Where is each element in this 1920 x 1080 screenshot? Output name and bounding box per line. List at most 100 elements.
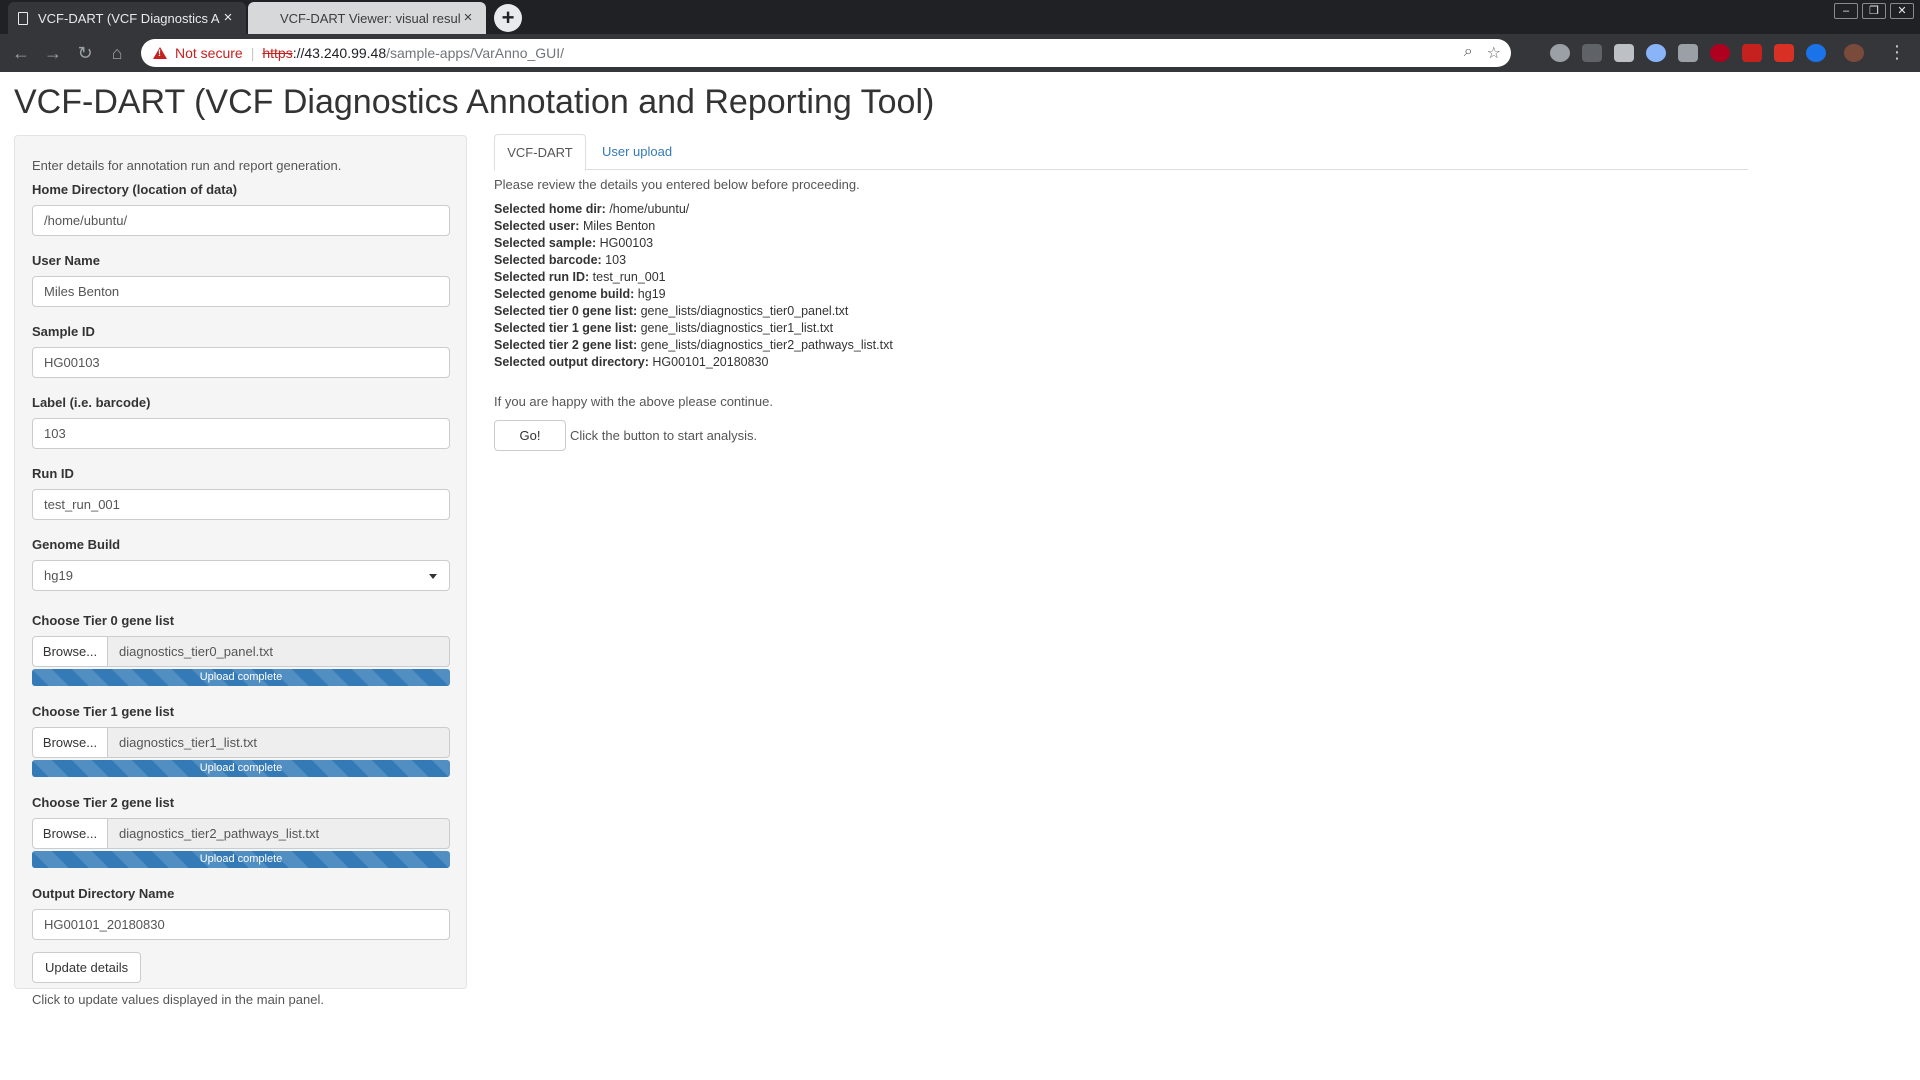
- forward-arrow-icon[interactable]: →: [40, 40, 66, 66]
- genome-build-select[interactable]: hg19: [32, 560, 450, 591]
- browser-menu-icon[interactable]: ⋮: [1888, 43, 1906, 61]
- user-name-input[interactable]: Miles Benton: [32, 276, 450, 307]
- address-bar-actions: ⌕ ☆: [1464, 43, 1501, 63]
- tier1-upload-field: Choose Tier 1 gene list Browse... diagno…: [32, 702, 450, 777]
- extension-icon[interactable]: [1582, 44, 1602, 62]
- detail-key: Selected tier 2 gene list:: [494, 338, 638, 352]
- extension-icon[interactable]: [1550, 44, 1570, 62]
- run-id-input[interactable]: test_run_001: [32, 489, 450, 520]
- warning-icon: [153, 47, 167, 59]
- restore-button[interactable]: ❐: [1862, 3, 1886, 19]
- extension-icon[interactable]: [1614, 44, 1634, 62]
- tier1-browse-button[interactable]: Browse...: [32, 727, 108, 758]
- extension-icon[interactable]: [1774, 44, 1794, 62]
- close-window-button[interactable]: ✕: [1890, 3, 1914, 19]
- detail-value: gene_lists/diagnostics_tier1_list.txt: [640, 321, 834, 335]
- barcode-label: Label (i.e. barcode): [32, 395, 151, 410]
- zoom-icon[interactable]: ⌕: [1464, 43, 1473, 63]
- back-arrow-icon[interactable]: ←: [8, 40, 34, 66]
- extension-icon[interactable]: [1678, 44, 1698, 62]
- tier0-upload-field: Choose Tier 0 gene list Browse... diagno…: [32, 611, 450, 686]
- go-row: Go! Click the button to start analysis.: [494, 420, 1748, 451]
- detail-value: test_run_001: [592, 270, 666, 284]
- genome-build-value: hg19: [44, 568, 73, 583]
- tier1-progress-bar: Upload complete: [32, 760, 450, 777]
- detail-row: Selected user: Miles Benton: [494, 218, 1748, 235]
- extension-icon[interactable]: [1806, 44, 1826, 62]
- detail-row: Selected tier 1 gene list: gene_lists/di…: [494, 320, 1748, 337]
- tier0-label: Choose Tier 0 gene list: [32, 613, 175, 628]
- tier0-browse-button[interactable]: Browse...: [32, 636, 108, 667]
- browser-tab-bar: VCF-DART (VCF Diagnostics Ann × VCF-DART…: [0, 0, 1920, 34]
- sample-id-label: Sample ID: [32, 324, 95, 339]
- genome-build-label: Genome Build: [32, 537, 121, 552]
- tier2-upload-field: Choose Tier 2 gene list Browse... diagno…: [32, 793, 450, 868]
- reload-icon[interactable]: ↻: [72, 40, 98, 66]
- detail-key: Selected run ID:: [494, 270, 590, 284]
- output-dir-input[interactable]: HG00101_20180830: [32, 909, 450, 940]
- detail-row: Selected genome build: hg19: [494, 286, 1748, 303]
- address-bar[interactable]: Not secure | https ://43.240.99.48 /samp…: [141, 39, 1511, 67]
- continue-text: If you are happy with the above please c…: [494, 394, 773, 409]
- url-scheme: https: [262, 45, 293, 61]
- detail-key: Selected output directory:: [494, 355, 649, 369]
- tier2-label: Choose Tier 2 gene list: [32, 795, 175, 810]
- bookmark-star-icon[interactable]: ☆: [1487, 43, 1501, 63]
- extension-icons: [1550, 44, 1864, 62]
- tier1-label: Choose Tier 1 gene list: [32, 704, 175, 719]
- sample-id-input[interactable]: HG00103: [32, 347, 450, 378]
- extension-icon[interactable]: [1742, 44, 1762, 62]
- tier2-browse-button[interactable]: Browse...: [32, 818, 108, 849]
- main-tabs: VCF-DART User upload: [494, 134, 1748, 171]
- detail-value: gene_lists/diagnostics_tier0_panel.txt: [640, 304, 849, 318]
- document-icon: [18, 11, 28, 25]
- genome-build-field: Genome Build hg19: [32, 535, 450, 591]
- new-tab-button[interactable]: +: [494, 4, 522, 32]
- tier2-progress-bar: Upload complete: [32, 851, 450, 868]
- page-title: VCF-DART (VCF Diagnostics Annotation and…: [14, 83, 935, 121]
- close-tab-icon[interactable]: ×: [220, 10, 236, 26]
- home-dir-input[interactable]: /home/ubuntu/: [32, 205, 450, 236]
- window-controls: – ❐ ✕: [1834, 3, 1914, 19]
- tab-vcf-dart[interactable]: VCF-DART: [494, 134, 586, 171]
- profile-avatar[interactable]: [1844, 44, 1864, 62]
- tab-user-upload[interactable]: User upload: [588, 134, 686, 170]
- address-separator: |: [250, 45, 255, 61]
- detail-value: /home/ubuntu/: [609, 202, 690, 216]
- url-path: /sample-apps/VarAnno_GUI/: [386, 45, 565, 61]
- go-help-text: Click the button to start analysis.: [570, 428, 758, 443]
- ublock-icon[interactable]: [1710, 44, 1730, 62]
- detail-value: Miles Benton: [582, 219, 656, 233]
- detail-key: Selected sample:: [494, 236, 597, 250]
- detail-row: Selected sample: HG00103: [494, 235, 1748, 252]
- update-help-text: Click to update values displayed in the …: [32, 992, 324, 1007]
- sidebar-intro: Enter details for annotation run and rep…: [32, 158, 342, 173]
- update-details-button[interactable]: Update details: [32, 952, 142, 983]
- barcode-input[interactable]: 103: [32, 418, 450, 449]
- run-id-field: Run ID test_run_001: [32, 464, 450, 520]
- home-icon[interactable]: ⌂: [104, 40, 130, 66]
- home-dir-field: Home Directory (location of data) /home/…: [32, 180, 450, 236]
- sample-id-field: Sample ID HG00103: [32, 322, 450, 378]
- selected-details-list: Selected home dir: /home/ubuntu/Selected…: [494, 201, 1748, 371]
- not-secure-label[interactable]: Not secure: [175, 45, 243, 61]
- detail-key: Selected genome build:: [494, 287, 635, 301]
- user-name-field: User Name Miles Benton: [32, 251, 450, 307]
- tier0-progress-bar: Upload complete: [32, 669, 450, 686]
- main-panel: VCF-DART User upload Please review the d…: [494, 134, 1748, 451]
- close-tab-icon[interactable]: ×: [460, 10, 476, 26]
- minimize-button[interactable]: –: [1834, 3, 1858, 19]
- detail-row: Selected run ID: test_run_001: [494, 269, 1748, 286]
- user-name-label: User Name: [32, 253, 100, 268]
- browser-tab-vcf-dart[interactable]: VCF-DART (VCF Diagnostics Ann ×: [8, 2, 246, 34]
- tier2-filename: diagnostics_tier2_pathways_list.txt: [108, 818, 450, 849]
- go-button[interactable]: Go!: [494, 420, 566, 451]
- detail-value: gene_lists/diagnostics_tier2_pathways_li…: [640, 338, 893, 352]
- extension-icon[interactable]: [1646, 44, 1666, 62]
- detail-row: Selected tier 2 gene list: gene_lists/di…: [494, 337, 1748, 354]
- tier1-file-input: Browse... diagnostics_tier1_list.txt: [32, 727, 450, 758]
- home-dir-label: Home Directory (location of data): [32, 182, 238, 197]
- tier0-filename: diagnostics_tier0_panel.txt: [108, 636, 450, 667]
- browser-tab-viewer[interactable]: VCF-DART Viewer: visual results ×: [248, 2, 486, 34]
- tier2-file-input: Browse... diagnostics_tier2_pathways_lis…: [32, 818, 450, 849]
